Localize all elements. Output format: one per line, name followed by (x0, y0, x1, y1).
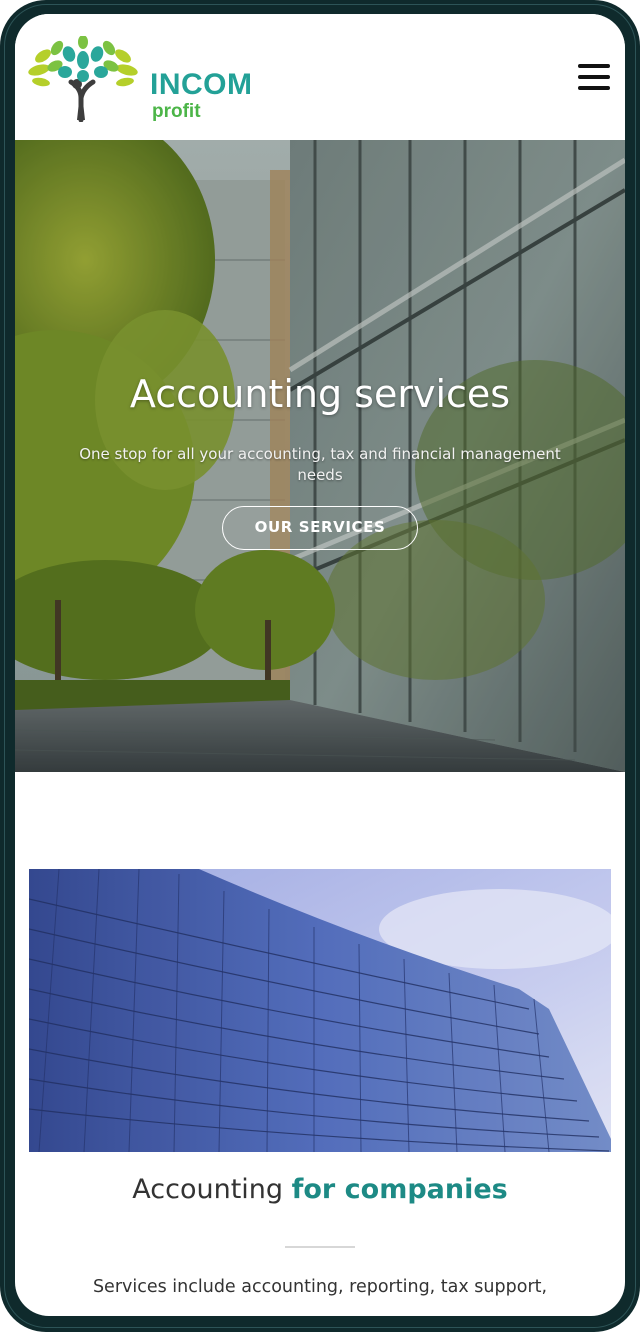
menu-bar-middle (578, 75, 610, 79)
brand-subtitle: profit (152, 101, 201, 122)
menu-bar-bottom (578, 86, 610, 90)
hero-section: Accounting services One stop for all you… (15, 140, 625, 772)
hamburger-menu-icon[interactable] (578, 62, 612, 92)
brand-logo[interactable]: INCOM profit (27, 34, 257, 122)
menu-bar-top (578, 64, 610, 68)
company-building-image (29, 869, 611, 1152)
screen: INCOM profit Accounting services One sto… (15, 14, 625, 1316)
brand-name: INCOM (150, 68, 253, 101)
companies-title-accent: for companies (291, 1174, 508, 1205)
glass-building-illustration (29, 869, 611, 1152)
hero-title: Accounting services (129, 372, 511, 416)
hero-subtitle: One stop for all your accounting, tax an… (79, 445, 561, 484)
our-services-button[interactable]: OUR SERVICES (222, 506, 418, 550)
companies-title-prefix: Accounting (132, 1174, 292, 1205)
device-frame: INCOM profit Accounting services One sto… (0, 0, 640, 1332)
companies-description: Services include accounting, reporting, … (92, 1277, 548, 1297)
section-divider (285, 1246, 355, 1248)
site-header: INCOM profit (15, 14, 625, 140)
companies-title: Accounting for companies (15, 1174, 625, 1205)
tree-logo-icon (28, 36, 138, 122)
